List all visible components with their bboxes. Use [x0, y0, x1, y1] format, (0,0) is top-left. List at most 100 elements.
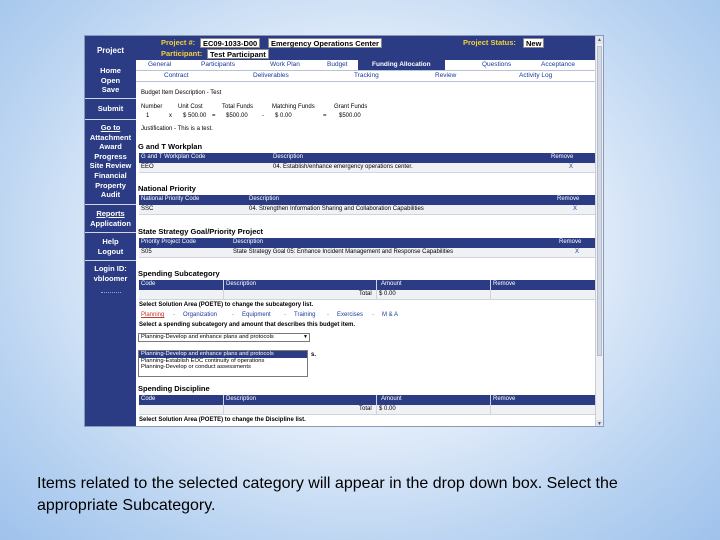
project-status-label: Project Status:: [463, 38, 516, 47]
left-navigation: Project Home Open Save Submit Go to Atta…: [85, 36, 136, 426]
state-strategy-col-remove: Remove: [559, 239, 582, 245]
budget-header-grant-funds: Grant Funds: [334, 104, 368, 110]
application-screenshot: Project Home Open Save Submit Go to Atta…: [84, 35, 604, 427]
project-header: Project #: EC09-1033-D00 Emergency Opera…: [136, 36, 597, 60]
budget-header-number: Number: [141, 104, 163, 110]
national-priority-col-remove: Remove: [557, 196, 580, 202]
discipline-col-amount: Amount: [381, 396, 402, 402]
login-info: Login ID: vbloomer: [85, 264, 136, 284]
workplan-code-cell: EEO: [141, 164, 154, 170]
budget-matching-funds-value: $ 0.00: [275, 113, 292, 119]
subcategory-dropdown[interactable]: Planning-Develop and enhance plans and p…: [138, 333, 310, 342]
tab-participants[interactable]: Participants: [201, 61, 235, 68]
state-strategy-table-header: Priority Project Code Description Remove: [139, 238, 595, 248]
budget-number-value: 1: [146, 113, 150, 119]
national-priority-remove-link[interactable]: X: [573, 206, 577, 212]
national-priority-description-cell: 04. Strengthen Information Sharing and C…: [249, 206, 424, 212]
budget-grant-funds-value: $500.00: [339, 113, 361, 119]
state-strategy-code-cell: S05: [141, 249, 152, 255]
workplan-table: G and T Workplan Code Description Remove…: [139, 153, 595, 173]
tab-funding-allocation[interactable]: Funding Allocation: [358, 60, 445, 70]
tab-questions[interactable]: Questions: [482, 61, 511, 68]
workplan-col-remove: Remove: [551, 154, 574, 160]
subcategory-select-area-instruction: Select Solution Area (POETE) to change t…: [139, 302, 314, 308]
area-equipment-link[interactable]: Equipment: [242, 312, 271, 318]
tab-activity-log[interactable]: Activity Log: [519, 72, 552, 79]
nav-award-link[interactable]: Award: [85, 142, 136, 152]
budget-justification: Justification - This is a test.: [141, 126, 213, 132]
national-priority-table: National Priority Code Description Remov…: [139, 195, 595, 215]
state-strategy-description-cell: State Strategy Goal 05: Enhance Incident…: [233, 249, 454, 255]
tab-general[interactable]: General: [148, 61, 171, 68]
subcategory-col-description: Description: [226, 281, 257, 287]
workplan-title: G and T Workplan: [138, 142, 203, 151]
discipline-col-code: Code: [141, 396, 156, 402]
subcategory-dropdown-list[interactable]: Planning-Develop and enhance plans and p…: [138, 350, 308, 377]
tab-budget[interactable]: Budget: [327, 61, 348, 68]
state-strategy-col-description: Description: [233, 239, 264, 245]
subcategory-col-code: Code: [141, 281, 156, 287]
nav-reports-link[interactable]: Reports: [85, 209, 136, 219]
scroll-up-icon[interactable]: ▲: [596, 36, 603, 44]
discipline-select-area-instruction: Select Solution Area (POETE) to change t…: [139, 417, 306, 423]
area-separator: -: [232, 312, 234, 318]
chevron-down-icon[interactable]: ▼: [303, 334, 308, 341]
workplan-description-cell: 04. Establish/enhance emergency operatio…: [273, 164, 413, 170]
tab-acceptance[interactable]: Acceptance: [541, 61, 575, 68]
participant-field: Test Participant: [207, 49, 269, 59]
subcategory-total-label: Total: [359, 291, 372, 297]
login-label: Login ID:: [94, 264, 127, 273]
nav-open-link[interactable]: Open: [85, 76, 136, 86]
nav-financial-link[interactable]: Financial: [85, 171, 136, 181]
area-training-link[interactable]: Training: [294, 312, 315, 318]
tab-work-plan[interactable]: Work Plan: [270, 61, 300, 68]
nav-site-review-link[interactable]: Site Review: [85, 161, 136, 171]
state-strategy-title: State Strategy Goal/Priority Project: [138, 227, 264, 236]
scroll-down-icon[interactable]: ▼: [596, 420, 603, 426]
nav-progress-link[interactable]: Progress: [85, 152, 136, 162]
workplan-remove-link[interactable]: X: [569, 164, 573, 170]
nav-logout-link[interactable]: Logout: [85, 247, 136, 257]
column-divider: [223, 395, 224, 415]
tab-review[interactable]: Review: [435, 72, 456, 79]
workplan-col-description: Description: [273, 154, 304, 160]
project-number-field: EC09-1033-D00: [200, 38, 261, 48]
dropdown-option[interactable]: Planning-Develop and enhance plans and p…: [139, 351, 307, 358]
nav-help-link[interactable]: Help: [85, 237, 136, 247]
project-name-field: Emergency Operations Center: [268, 38, 382, 48]
budget-equals-sign: =: [212, 113, 216, 119]
dropdown-option[interactable]: Planning-Develop or conduct assessments: [139, 364, 307, 371]
nav-submit-link[interactable]: Submit: [85, 104, 136, 114]
tab-row-secondary: Contract Deliverables Tracking Review Ac…: [136, 71, 597, 82]
column-divider: [223, 280, 224, 300]
tab-deliverables[interactable]: Deliverables: [253, 72, 289, 79]
nav-property-link[interactable]: Property: [85, 181, 136, 191]
area-planning-link[interactable]: Planning: [141, 312, 164, 318]
workplan-table-header: G and T Workplan Code Description Remove: [139, 153, 595, 163]
nav-home-link[interactable]: Home: [85, 66, 136, 76]
area-m-and-a-link[interactable]: M & A: [382, 312, 398, 318]
subcategory-trailing-text: s.: [311, 352, 317, 358]
nav-group-submit: Submit: [85, 104, 136, 114]
tab-tracking[interactable]: Tracking: [354, 72, 379, 79]
nav-divider: [85, 232, 136, 233]
area-organization-link[interactable]: Organization: [183, 312, 217, 318]
scrollbar-thumb[interactable]: [597, 46, 602, 356]
budget-header-total-funds: Total Funds: [222, 104, 254, 110]
vertical-scrollbar[interactable]: ▲ ▼: [595, 36, 603, 426]
nav-audit-link[interactable]: Audit: [85, 190, 136, 200]
nav-attachment-link[interactable]: Attachment: [85, 133, 136, 143]
area-exercises-link[interactable]: Exercises: [337, 312, 363, 318]
nav-application-link[interactable]: Application: [85, 219, 136, 229]
login-value: vbloomer: [93, 274, 128, 283]
subcategory-col-remove: Remove: [493, 281, 516, 287]
nav-save-link[interactable]: Save: [85, 85, 136, 95]
discipline-col-description: Description: [226, 396, 257, 402]
state-strategy-remove-link[interactable]: X: [575, 249, 579, 255]
loading-indicator-icon: [101, 292, 121, 297]
national-priority-col-code: National Priority Code: [141, 196, 200, 202]
workplan-col-code: G and T Workplan Code: [141, 154, 206, 160]
dropdown-option[interactable]: Planning-Establish EOC continuity of ope…: [139, 358, 307, 365]
nav-divider: [85, 260, 136, 261]
tab-contract[interactable]: Contract: [164, 72, 189, 79]
